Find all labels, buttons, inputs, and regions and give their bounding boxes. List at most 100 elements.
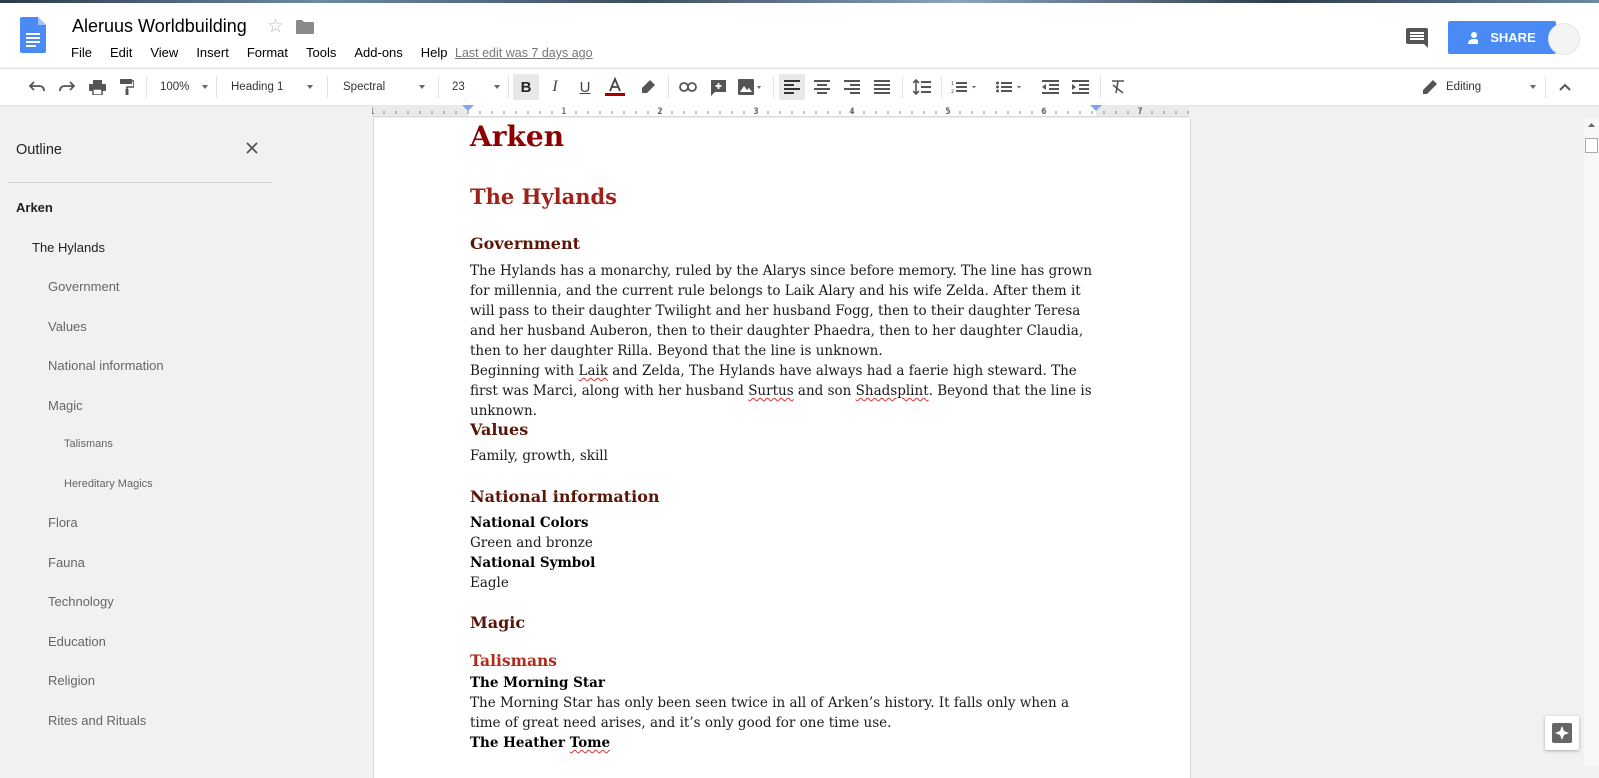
outline-item-values[interactable]: Values [48,319,87,334]
outline-item-government[interactable]: Government [48,279,120,294]
undo-icon[interactable] [26,69,48,105]
toolbar-divider [902,76,903,98]
outline-item-technology[interactable]: Technology [48,594,114,609]
pencil-icon [1423,80,1437,94]
editing-mode-value: Editing [1446,81,1482,93]
font-value: Spectral [343,81,386,93]
menu-file[interactable]: File [62,43,101,63]
underline-button[interactable]: U [573,69,597,105]
menu-format[interactable]: Format [238,43,297,63]
zoom-value: 100% [160,81,190,93]
outline-item-rites-and-rituals[interactable]: Rites and Rituals [48,713,146,728]
outline-item-education[interactable]: Education [48,634,106,649]
decrease-indent-icon[interactable] [1038,69,1062,105]
menu-help[interactable]: Help [412,43,457,63]
outline-item-arken[interactable]: Arken [16,200,53,215]
heading-government: Government [470,234,581,253]
align-justify-icon[interactable] [870,69,894,105]
document-page[interactable]: Arken The Hylands Government The Hylands… [373,118,1191,778]
share-button[interactable]: SHARE [1448,21,1556,54]
scroll-up-arrow-icon[interactable] [1584,120,1599,130]
steward-paragraph: Beginning with Laik and Zelda, The Hylan… [470,361,1095,421]
explore-sparkle-icon [1552,723,1572,743]
ruler-number: 7 [1137,107,1143,117]
vertical-scrollbar[interactable] [1584,118,1599,766]
toolbar-divider [1545,76,1546,98]
style-value: Heading 1 [231,81,284,93]
star-icon[interactable]: ☆ [267,15,284,38]
google-docs-logo-icon[interactable] [20,17,46,53]
morning-star-text: The Morning Star has only been seen twic… [470,695,1070,731]
menu-edit[interactable]: Edit [101,43,141,63]
menu-view[interactable]: View [141,43,187,63]
highlight-color-icon[interactable] [636,69,660,105]
horizontal-ruler[interactable]: 1 1 2 3 4 5 6 7 [372,105,1189,117]
morning-star-label: The Morning Star [470,675,605,691]
bulleted-list-icon[interactable] [993,69,1027,105]
heading-national-information: National information [470,487,660,506]
outline-item-religion[interactable]: Religion [48,673,95,688]
heading-arken: Arken [470,120,565,153]
last-edit-link[interactable]: Last edit was 7 days ago [455,43,593,63]
collapse-menus-chevron-up-icon[interactable] [1553,69,1577,105]
paint-format-icon[interactable] [116,69,138,105]
docs-header: Aleruus Worldbuilding ☆ File Edit View I… [0,3,1599,67]
font-size-dropdown[interactable]: 23 [452,69,500,105]
insert-image-icon[interactable] [735,69,765,105]
spelling-surtus: Surtus [748,383,794,399]
close-icon[interactable] [245,141,259,155]
comments-icon[interactable] [1406,28,1428,48]
explore-button[interactable] [1545,716,1579,750]
outline-item-hereditary-magics[interactable]: Hereditary Magics [64,478,153,490]
text-color-button[interactable] [603,69,627,105]
scrollbar-thumb[interactable] [1585,138,1598,153]
folder-icon[interactable] [296,20,314,34]
document-title[interactable]: Aleruus Worldbuilding [72,16,247,37]
paragraph-style-dropdown[interactable]: Heading 1 [231,69,313,105]
outline-item-flora[interactable]: Flora [48,515,78,530]
heather-tome-label: The Heather Tome [470,733,610,753]
person-lock-icon [1468,31,1479,44]
print-icon[interactable] [86,69,108,105]
redo-icon[interactable] [56,69,78,105]
steward-text-1: Beginning with [470,363,579,379]
toolbar-divider [773,76,774,98]
menu-addons[interactable]: Add-ons [345,43,411,63]
insert-comment-icon[interactable] [706,69,730,105]
menu-insert[interactable]: Insert [187,43,238,63]
spelling-tome: Tome [569,735,611,751]
national-symbol-label: National Symbol [470,555,596,571]
numbered-list-icon[interactable]: 12 [948,69,982,105]
toolbar-divider [216,76,217,98]
outline-item-magic[interactable]: Magic [48,398,83,413]
align-left-icon[interactable] [779,74,805,100]
government-paragraph: The Hylands has a monarchy, ruled by the… [470,263,1093,359]
align-right-icon[interactable] [840,69,864,105]
svg-text:2: 2 [951,89,954,94]
zoom-dropdown[interactable]: 100% [160,69,208,105]
toolbar-divider [146,76,147,98]
bold-button[interactable]: B [513,74,539,100]
align-center-icon[interactable] [810,69,834,105]
outline-item-national-information[interactable]: National information [48,358,164,373]
heading-values: Values [470,420,529,439]
values-text: Family, growth, skill [470,448,608,464]
font-dropdown[interactable]: Spectral [343,69,425,105]
account-avatar[interactable] [1548,23,1580,55]
editing-mode-dropdown[interactable]: Editing [1422,69,1536,105]
menu-bar: File Edit View Insert Format Tools Add-o… [62,43,457,63]
increase-indent-icon[interactable] [1068,69,1092,105]
outline-item-the-hylands[interactable]: The Hylands [32,240,105,255]
outline-panel: Outline Arken The Hylands Government Val… [0,118,280,766]
heading-magic: Magic [470,613,526,632]
outline-item-talismans[interactable]: Talismans [64,438,113,450]
outline-title: Outline [16,142,62,158]
line-spacing-icon[interactable] [910,69,934,105]
italic-button[interactable]: I [543,69,567,105]
outline-item-fauna[interactable]: Fauna [48,555,85,570]
toolbar-divider [668,76,669,98]
insert-link-icon[interactable] [676,69,700,105]
toolbar-divider [438,76,439,98]
menu-tools[interactable]: Tools [297,43,345,63]
clear-formatting-icon[interactable] [1106,69,1130,105]
